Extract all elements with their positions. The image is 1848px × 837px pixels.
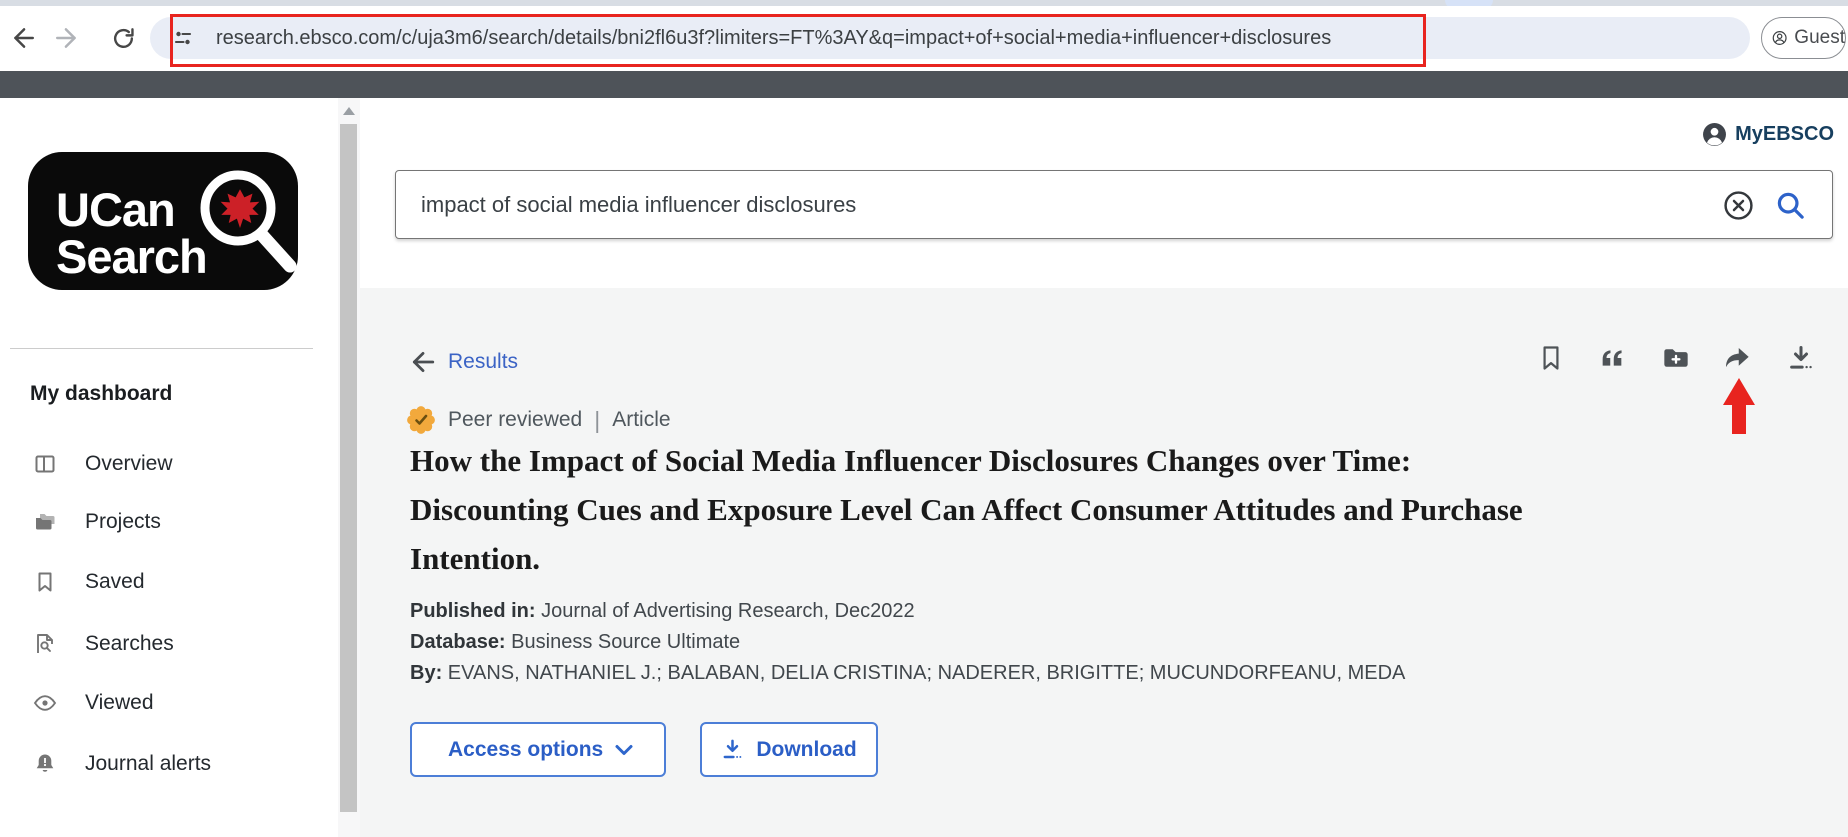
account-circle-icon [1772,31,1787,45]
url-text[interactable]: research.ebsco.com/c/uja3m6/search/detai… [216,17,1331,59]
person-icon [1703,122,1727,146]
save-bookmark-button[interactable] [1537,344,1565,372]
forward-arrow-icon [56,28,76,48]
bookmark-icon [1543,346,1559,370]
search-input[interactable] [396,171,1832,238]
record-metadata: Published in: Journal of Advertising Res… [410,596,1405,689]
browser-forward-button[interactable] [52,23,82,53]
main-content: MyEBSCO Results [360,98,1848,837]
search-document-icon [33,632,57,656]
site-settings-icon[interactable] [172,27,194,49]
ucansearch-logo[interactable]: UCan Search [28,152,298,290]
published-in-line: Published in: Journal of Advertising Res… [410,596,1405,627]
peer-reviewed-badge-icon [407,406,435,434]
separator: | [594,406,601,433]
scrollbar-thumb[interactable] [340,124,357,812]
guest-label: Guest [1794,27,1845,48]
bell-alert-icon [33,752,57,776]
svg-text:Search: Search [56,230,207,283]
sidebar-item-label: Projects [85,510,161,533]
browser-back-button[interactable] [8,23,38,53]
download-icon [1790,345,1812,369]
database-label: Database: [410,631,506,653]
download-icon [723,739,742,759]
add-to-project-button[interactable] [1662,344,1690,372]
results-label: Results [448,350,519,373]
folders-icon [33,510,57,534]
chevron-down-icon [615,744,633,755]
search-submit-icon[interactable] [1775,190,1806,221]
back-arrow-icon [412,351,435,373]
eye-icon [33,691,57,715]
back-arrow-icon [14,28,34,48]
article-type-label: Article [612,408,671,431]
sidebar: UCan Search My dashboard Overview Projec… [0,98,338,837]
browser-toolbar: research.ebsco.com/c/uja3m6/search/detai… [0,6,1848,71]
myebsco-account-button[interactable]: MyEBSCO [1702,120,1834,148]
folder-plus-icon [1664,349,1688,367]
peer-reviewed-label: Peer reviewed [448,408,583,431]
ebsco-app: UCan Search My dashboard Overview Projec… [0,98,1848,837]
record-type-row: Peer reviewed | Article [407,406,671,434]
sidebar-scrollbar[interactable] [338,98,360,837]
sidebar-item-label: Saved [85,570,145,593]
database-line: Database: Business Source Ultimate [410,627,1405,658]
sidebar-item-label: Journal alerts [85,752,212,775]
clear-search-icon[interactable] [1723,190,1754,221]
download-button[interactable]: Download [700,722,878,777]
search-bar [395,170,1833,239]
authors-value: EVANS, NATHANIEL J.; BALABAN, DELIA CRIS… [447,662,1406,684]
browser-window: research.ebsco.com/c/uja3m6/search/detai… [0,0,1848,837]
guest-profile-button[interactable]: Guest [1761,17,1846,59]
dashboard-heading: My dashboard [30,382,173,405]
bookmark-icon [33,570,57,594]
svg-text:UCan: UCan [56,183,175,236]
by-label: By: [410,662,443,684]
share-button[interactable] [1723,344,1751,372]
database-value: Business Source Ultimate [511,631,741,653]
sidebar-item-searches[interactable]: Searches [0,629,320,659]
annotation-arrow-up [1723,378,1755,434]
published-in-label: Published in: [410,600,536,622]
sidebar-item-saved[interactable]: Saved [0,567,320,597]
page-top-bar [0,71,1848,98]
sidebar-item-label: Overview [85,452,173,475]
access-options-button[interactable]: Access options [410,722,666,777]
sidebar-item-viewed[interactable]: Viewed [0,688,320,718]
record-title: How the Impact of Social Media Influence… [410,443,1523,576]
sidebar-item-label: Viewed [85,691,154,714]
myebsco-label: MyEBSCO [1735,122,1834,145]
browser-reload-button[interactable] [108,23,138,53]
published-in-value: Journal of Advertising Research, Dec2022 [541,600,915,622]
columns-icon [33,452,57,476]
quote-icon [1602,350,1622,366]
back-to-results-link[interactable]: Results [410,348,518,376]
download-label: Download [756,737,857,761]
sidebar-item-journal-alerts[interactable]: Journal alerts [0,749,320,779]
sidebar-item-label: Searches [85,632,174,655]
sidebar-item-projects[interactable]: Projects [0,507,320,537]
access-options-label: Access options [448,737,604,761]
download-record-button[interactable] [1787,344,1815,372]
cite-button[interactable] [1598,344,1626,372]
reload-icon [113,27,134,48]
sidebar-item-overview[interactable]: Overview [0,449,320,479]
authors-line: By: EVANS, NATHANIEL J.; BALABAN, DELIA … [410,658,1405,689]
address-bar[interactable]: research.ebsco.com/c/uja3m6/search/detai… [150,17,1750,59]
sidebar-divider [10,348,313,349]
share-arrow-icon [1726,347,1749,368]
scroll-up-arrow-icon[interactable] [343,107,355,115]
